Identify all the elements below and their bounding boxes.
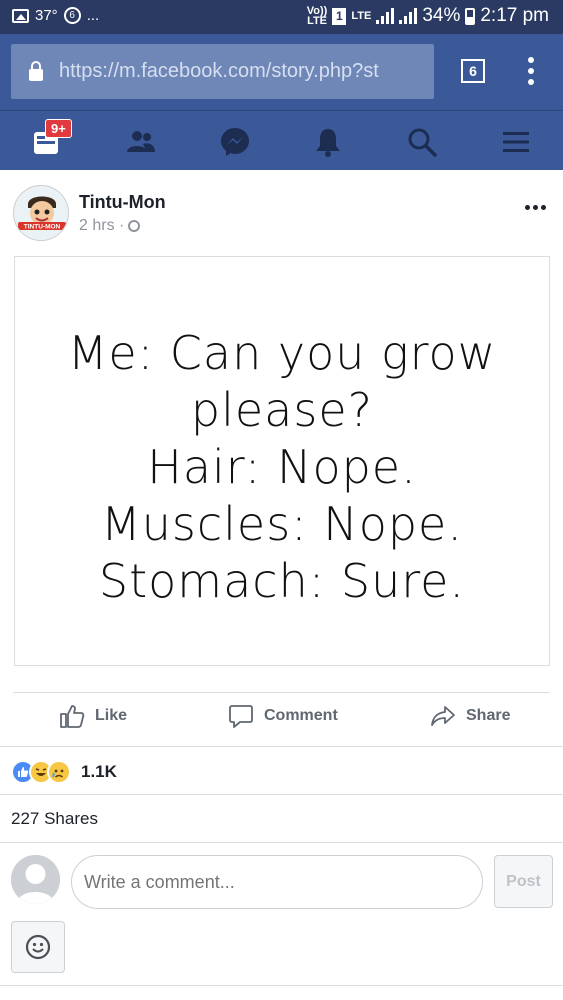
reaction-count: 1.1K [81, 762, 117, 781]
signal-icon-2 [399, 8, 418, 24]
image-icon [12, 8, 29, 23]
nav-messenger[interactable] [218, 125, 252, 159]
nav-menu[interactable] [499, 125, 533, 159]
battery-percent: 34% [422, 5, 461, 26]
smiley-icon [25, 934, 51, 960]
thumbs-up-icon [60, 705, 85, 728]
emoji-button[interactable] [11, 921, 65, 973]
comment-label: Comment [264, 707, 338, 724]
post-options-button[interactable] [525, 205, 546, 210]
battery-icon [465, 7, 476, 25]
status-ellipsis: ... [86, 7, 100, 24]
search-icon [408, 128, 437, 157]
user-avatar [11, 855, 60, 904]
lock-icon [29, 60, 43, 81]
signal-icon [376, 8, 395, 24]
hamburger-icon [503, 132, 529, 152]
address-bar[interactable]: https://m.facebook.com/story.php?st [11, 44, 434, 99]
like-label: Like [95, 707, 128, 724]
clock: 2:17 pm [480, 5, 549, 26]
author-avatar[interactable]: TINTU-MON [13, 185, 69, 241]
globe-icon [128, 220, 141, 232]
sim-indicator: 1 [332, 7, 347, 25]
nav-friends[interactable] [124, 125, 158, 159]
messenger-icon [221, 128, 249, 156]
share-label: Share [466, 707, 511, 724]
post-time-text: 2 hrs · [79, 217, 125, 234]
post-image-text: Me: Can you grow please? Hair: Nope. Mus… [67, 325, 497, 608]
avatar-label: TINTU-MON [24, 224, 61, 231]
post-header: TINTU-MON Tintu-Mon 2 hrs · [0, 171, 563, 251]
nav-search[interactable] [405, 125, 439, 159]
sync-icon: 6 [63, 7, 81, 24]
post-author[interactable]: Tintu-Mon [79, 192, 166, 213]
lte-indicator: LTE [351, 10, 372, 22]
divider [0, 746, 563, 747]
url-text: https://m.facebook.com/story.php?st [59, 60, 379, 82]
divider [13, 692, 550, 693]
default-avatar-icon [11, 855, 60, 904]
bell-icon [316, 129, 340, 157]
comment-button[interactable]: Comment [228, 703, 338, 729]
share-icon [431, 706, 455, 726]
shares-count[interactable]: 227 Shares [11, 809, 98, 829]
browser-menu-button[interactable] [527, 57, 535, 85]
friends-icon [127, 131, 155, 152]
sad-reaction-icon [47, 760, 71, 784]
divider [0, 985, 563, 986]
reactions-summary[interactable]: 1.1K [11, 760, 117, 784]
cartoon-avatar-icon: TINTU-MON [14, 186, 68, 240]
comment-icon [229, 705, 253, 728]
post-comment-button[interactable]: Post [494, 855, 553, 908]
share-button[interactable]: Share [430, 703, 510, 729]
notification-badge: 9+ [45, 119, 72, 138]
temperature: 37° [35, 7, 58, 24]
facebook-nav: 9+ [0, 110, 563, 170]
post-time: 2 hrs · [79, 217, 141, 235]
comment-input[interactable] [71, 855, 483, 909]
tab-switcher-button[interactable]: 6 [461, 59, 485, 83]
divider [0, 842, 563, 843]
divider [0, 794, 563, 795]
like-button[interactable]: Like [59, 703, 127, 729]
browser-toolbar: https://m.facebook.com/story.php?st 6 [0, 34, 563, 110]
post-image[interactable]: Me: Can you grow please? Hair: Nope. Mus… [14, 256, 550, 666]
status-bar: 37° 6 ... Vo)) LTE 1 LTE 34% 2:17 pm [0, 0, 563, 34]
nav-notifications[interactable] [311, 125, 345, 159]
volte-indicator: Vo)) LTE [306, 5, 328, 27]
